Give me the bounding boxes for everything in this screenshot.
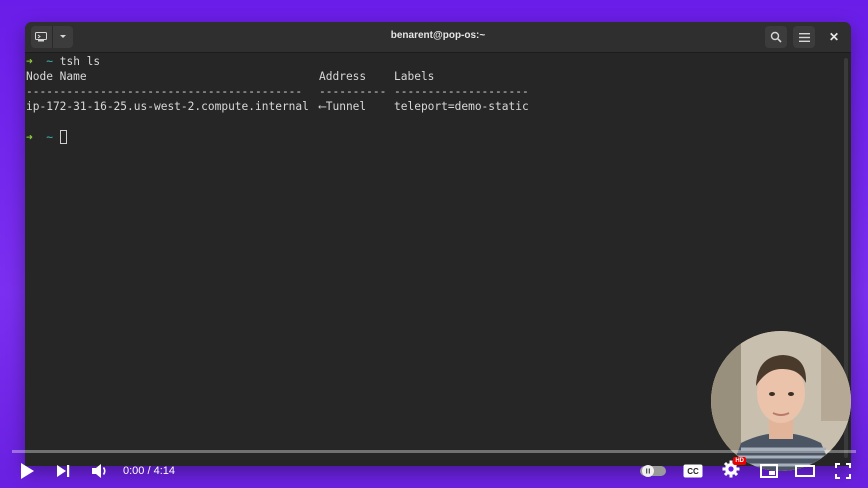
theater-button[interactable] [792, 456, 818, 486]
hd-badge: HD [733, 456, 746, 465]
svg-text:CC: CC [687, 467, 699, 476]
menu-icon [798, 32, 810, 42]
captions-button[interactable]: CC [680, 456, 706, 486]
row-node-name: ip-172-31-16-25.us-west-2.compute.intern… [26, 100, 309, 113]
separator-labels: -------------------- [394, 85, 529, 98]
next-button[interactable] [50, 456, 76, 486]
row-labels: teleport=demo-static [394, 100, 529, 113]
prompt-dir: ~ [46, 131, 53, 144]
fullscreen-button[interactable] [830, 456, 856, 486]
text-cursor [59, 130, 67, 144]
prompt-line: ➜ ~ [26, 130, 67, 145]
time-display: 0:00 / 4:14 [123, 465, 175, 477]
row-address: ⟵Tunnel [319, 100, 367, 113]
play-button[interactable] [14, 456, 40, 486]
menu-button[interactable] [793, 26, 815, 48]
separator-node-name: ----------------------------------------… [26, 85, 303, 98]
volume-icon [92, 464, 106, 478]
prompt-arrow: ➜ [26, 131, 33, 144]
captions-icon: CC [683, 464, 703, 478]
prompt-arrow: ➜ [26, 55, 33, 68]
theater-icon [795, 465, 815, 477]
settings-button[interactable]: HD [718, 456, 746, 486]
command-text: tsh ls [59, 55, 101, 68]
title-bar: benarent@pop-os:~ ✕ [25, 22, 851, 53]
skip-next-icon [57, 465, 70, 477]
miniplayer-button[interactable] [756, 456, 782, 486]
close-icon: ✕ [828, 30, 840, 44]
header-node-name: Node Name [26, 70, 87, 83]
play-icon [21, 463, 34, 479]
window-title: benarent@pop-os:~ [390, 30, 486, 41]
search-icon [770, 31, 782, 43]
autoplay-toggle[interactable] [639, 456, 667, 486]
prompt-dir: ~ [46, 55, 53, 68]
header-address: Address [319, 70, 367, 83]
volume-button[interactable] [86, 456, 114, 486]
close-button[interactable]: ✕ [823, 26, 845, 48]
video-controls: 0:00 / 4:14 CC HD [0, 456, 868, 486]
miniplayer-icon [760, 464, 778, 478]
fullscreen-icon [835, 463, 851, 479]
autoplay-toggle-icon [640, 465, 666, 477]
command-line: ➜ ~ tsh ls [26, 54, 100, 69]
search-button[interactable] [765, 26, 787, 48]
separator-address: ---------- [319, 85, 387, 98]
video-progress-bar[interactable] [12, 450, 856, 453]
header-labels: Labels [394, 70, 435, 83]
